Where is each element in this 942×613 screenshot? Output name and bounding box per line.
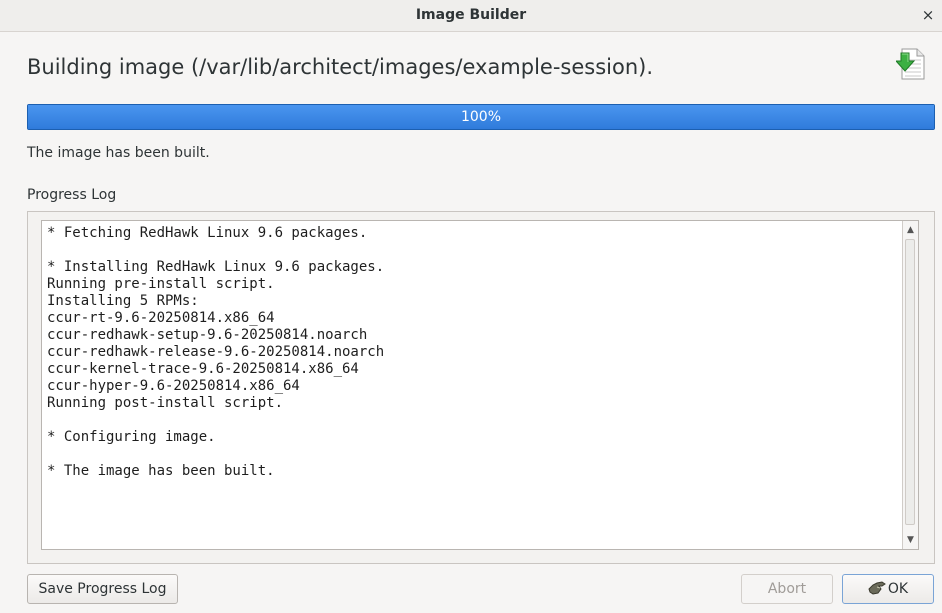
window-title: Image Builder [415, 7, 527, 23]
ok-button-label: OK [887, 581, 909, 597]
progress-log-label: Progress Log [27, 187, 117, 203]
log-scrollbar[interactable]: ▲ ▼ [902, 221, 918, 549]
progress-log-text: * Fetching RedHawk Linux 9.6 packages. *… [47, 225, 385, 479]
ok-hand-icon [868, 578, 886, 595]
progress-percent-label: 100% [460, 109, 502, 125]
close-icon[interactable]: × [920, 6, 936, 24]
scroll-up-arrow-icon[interactable]: ▲ [904, 223, 917, 237]
image-builder-window: Image Builder × Building image (/var/lib… [0, 0, 942, 613]
ok-button[interactable]: OK [842, 574, 934, 604]
scroll-down-arrow-icon[interactable]: ▼ [904, 533, 917, 547]
download-document-icon [894, 48, 926, 80]
abort-button[interactable]: Abort [741, 574, 833, 604]
scroll-thumb[interactable] [905, 239, 915, 525]
progress-bar: 100% [27, 104, 935, 130]
page-title: Building image (/var/lib/architect/image… [27, 55, 654, 79]
status-text: The image has been built. [27, 145, 210, 161]
save-progress-log-button[interactable]: Save Progress Log [27, 574, 178, 604]
progress-log-textarea[interactable]: * Fetching RedHawk Linux 9.6 packages. *… [41, 220, 919, 550]
title-bar[interactable]: Image Builder × [0, 0, 942, 32]
